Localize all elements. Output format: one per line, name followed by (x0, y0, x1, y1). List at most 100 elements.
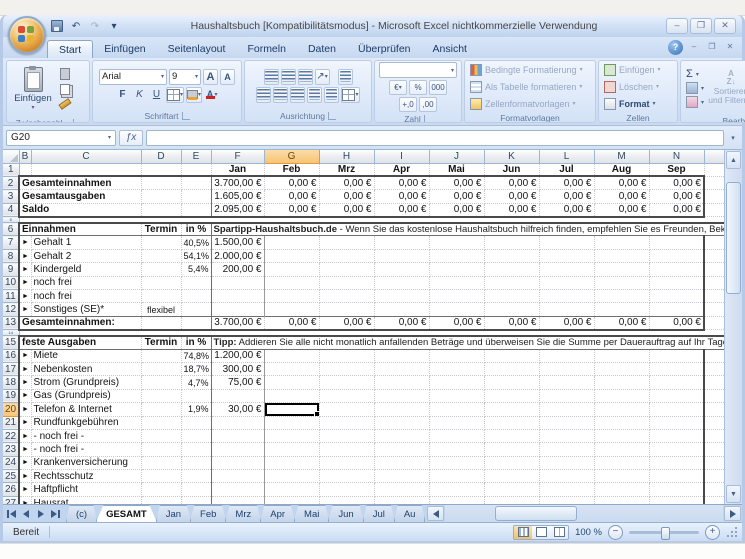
cell-K9[interactable] (484, 262, 540, 277)
cell-H1[interactable]: Mrz (319, 163, 375, 177)
cell-J16[interactable] (429, 349, 485, 363)
redo-button[interactable]: ↷ (87, 19, 103, 34)
increase-indent-button[interactable] (324, 86, 340, 103)
cell-L18[interactable] (539, 375, 595, 390)
format-as-table-button[interactable]: Als Tabelle formatieren ▾ (468, 79, 584, 94)
cell-C24[interactable]: Krankenversicherung (31, 456, 142, 471)
hscroll-left-icon[interactable] (427, 506, 445, 521)
format-painter-button[interactable] (58, 98, 72, 110)
wrap-text-button[interactable] (337, 68, 353, 85)
minimize-button[interactable]: – (666, 18, 688, 34)
align-right-button[interactable] (290, 86, 306, 103)
cell-D7[interactable] (141, 235, 182, 250)
zoom-out-icon[interactable]: − (608, 524, 623, 540)
cell-L20[interactable] (539, 402, 595, 417)
cell-M21[interactable] (594, 416, 650, 430)
cell-C27[interactable]: Hausrat (31, 496, 142, 504)
horizontal-scrollbar[interactable] (426, 505, 742, 522)
cell-N3[interactable]: 0,00 € (649, 189, 705, 204)
cell-I21[interactable] (374, 416, 430, 430)
cell-H22[interactable] (319, 429, 375, 444)
delete-cells-button[interactable]: Löschen ▾ (602, 79, 661, 94)
cell-G9[interactable] (264, 262, 320, 277)
cell-K21[interactable] (484, 416, 540, 430)
cell-B27[interactable]: ► (18, 496, 32, 504)
row-header-19[interactable]: 19 (3, 389, 20, 404)
comma-style-button[interactable]: 000 (429, 80, 447, 95)
increase-decimal-button[interactable]: +,0 (399, 97, 417, 112)
cell-K11[interactable] (484, 289, 540, 304)
cell-M10[interactable] (594, 276, 650, 291)
font-size-combo[interactable]: 9 ▾ (169, 68, 201, 85)
cell-L19[interactable] (539, 389, 595, 404)
cell-K13[interactable]: 0,00 € (484, 315, 540, 331)
cell-J23[interactable] (429, 442, 485, 457)
sheet-tab-mai[interactable]: Mai (294, 505, 330, 522)
column-header-M[interactable]: M (594, 150, 650, 164)
cell-E20[interactable]: 1,9% (181, 402, 212, 417)
column-header-G[interactable]: G (264, 150, 320, 164)
cell-M19[interactable] (594, 389, 650, 404)
row-header-24[interactable]: 24 (3, 456, 20, 471)
cell-D23[interactable] (141, 442, 182, 457)
cell-N7[interactable] (649, 235, 705, 250)
vertical-scroll-track[interactable] (725, 170, 742, 484)
cell-M20[interactable] (594, 402, 650, 417)
expand-formula-bar-icon[interactable]: ▾ (727, 134, 739, 142)
page-layout-view-button[interactable] (532, 525, 551, 539)
row-header-1[interactable]: 1 (3, 163, 20, 177)
cell-F13[interactable]: 3.700,00 € (211, 315, 265, 331)
cell-K2[interactable]: 0,00 € (484, 175, 540, 191)
cell-K25[interactable] (484, 469, 540, 484)
cell-E8[interactable]: 54,1% (181, 249, 212, 264)
alignment-dialog-launcher[interactable] (327, 112, 336, 120)
cell-F23[interactable] (211, 442, 265, 457)
cell-L2[interactable]: 0,00 € (539, 175, 595, 191)
column-header-H[interactable]: H (319, 150, 375, 164)
cell-H21[interactable] (319, 416, 375, 430)
page-break-view-button[interactable] (550, 525, 569, 539)
cell-K18[interactable] (484, 375, 540, 390)
cell-M26[interactable] (594, 482, 650, 497)
cell-F9[interactable]: 200,00 € (211, 262, 265, 277)
cell-L24[interactable] (539, 456, 595, 471)
cell-F2[interactable]: 3.700,00 € (211, 175, 265, 191)
accounting-format-button[interactable]: € ▾ (389, 80, 407, 95)
cell-D3[interactable] (141, 189, 182, 204)
cell-E26[interactable] (181, 482, 212, 497)
cell-B6[interactable]: Einnahmen (18, 221, 142, 237)
cell-G3[interactable]: 0,00 € (264, 189, 320, 204)
row-header-15[interactable]: 15 (3, 335, 20, 350)
cell-N13[interactable]: 0,00 € (649, 315, 705, 331)
ribbon-tab-daten[interactable]: Daten (297, 40, 347, 58)
cell-E9[interactable]: 5,4% (181, 262, 212, 277)
cell-F17[interactable]: 300,00 € (211, 362, 265, 377)
cell-M13[interactable]: 0,00 € (594, 315, 650, 331)
align-center-button[interactable] (273, 86, 289, 103)
cell-G10[interactable] (264, 276, 320, 291)
cell-B17[interactable]: ► (18, 362, 32, 377)
cell-F20[interactable]: 30,00 € (211, 402, 265, 417)
column-header-L[interactable]: L (539, 150, 595, 164)
number-format-combo[interactable]: ▾ (379, 62, 457, 78)
cell-G27[interactable] (264, 496, 320, 504)
column-header-J[interactable]: J (429, 150, 485, 164)
cell-G20[interactable] (264, 402, 320, 417)
cell-D6[interactable]: Termin (141, 221, 182, 237)
cell-H26[interactable] (319, 482, 375, 497)
cell-J26[interactable] (429, 482, 485, 497)
cell-I24[interactable] (374, 456, 430, 471)
cell-D20[interactable] (141, 402, 182, 417)
column-header-D[interactable]: D (141, 150, 182, 164)
select-all-corner[interactable] (3, 150, 20, 164)
row-header-8[interactable]: 8 (3, 249, 20, 264)
cell-G16[interactable] (264, 349, 320, 363)
cell-H20[interactable] (319, 402, 375, 417)
cell-H13[interactable]: 0,00 € (319, 315, 375, 331)
cell-E12[interactable] (181, 302, 212, 317)
cell-E23[interactable] (181, 442, 212, 457)
cell-E19[interactable] (181, 389, 212, 404)
sheet-tab-gesamt[interactable]: GESAMT (96, 505, 157, 522)
cell-C25[interactable]: Rechtsschutz (31, 469, 142, 484)
cell-L3[interactable]: 0,00 € (539, 189, 595, 204)
